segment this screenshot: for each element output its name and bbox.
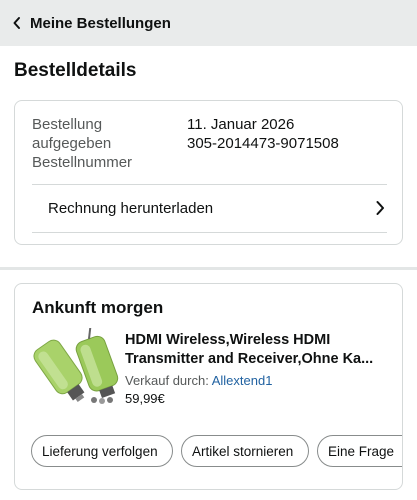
track-delivery-button[interactable]: Lieferung verfolgen xyxy=(31,435,173,467)
chevron-right-icon xyxy=(376,201,384,215)
shipment-actions: Lieferung verfolgen Artikel stornieren E… xyxy=(31,435,402,469)
back-button[interactable]: Meine Bestellungen xyxy=(0,0,171,46)
product-title-line2: Transmitter and Receiver,Ohne Ka... xyxy=(125,351,374,367)
divider xyxy=(32,232,387,233)
product-price: 59,99€ xyxy=(125,391,165,406)
top-bar: Meine Bestellungen xyxy=(0,0,417,46)
order-date-label-2: aufgegeben xyxy=(32,135,112,152)
chevron-left-icon xyxy=(13,17,20,29)
cancel-item-button[interactable]: Artikel stornieren xyxy=(181,435,309,467)
order-number: 305-2014473-9071508 xyxy=(187,135,339,152)
back-label: Meine Bestellungen xyxy=(30,14,171,32)
order-meta-values: 11. Januar 2026 305-2014473-9071508 xyxy=(187,115,339,172)
section-separator xyxy=(0,267,417,270)
seller-link[interactable]: Allextend1 xyxy=(212,373,273,388)
seller-prefix: Verkauf durch: xyxy=(125,373,209,388)
order-meta-labels: Bestellung aufgegeben Bestellnummer xyxy=(32,115,187,172)
product-title-line1: HDMI Wireless,Wireless HDMI xyxy=(125,332,331,348)
order-info-card: Bestellung aufgegeben Bestellnummer 11. … xyxy=(14,100,403,245)
arrival-status: Ankunft morgen xyxy=(32,298,164,317)
order-date-label: Bestellung xyxy=(32,116,103,133)
order-meta: Bestellung aufgegeben Bestellnummer 11. … xyxy=(32,115,387,172)
download-invoice-label: Rechnung herunterladen xyxy=(48,199,214,217)
ask-question-button[interactable]: Eine Frage xyxy=(317,435,402,467)
shipment-card: Ankunft morgen HDMI Wireless,Wireless HD… xyxy=(14,283,403,490)
product-image[interactable] xyxy=(32,328,124,406)
order-date: 11. Januar 2026 xyxy=(187,116,295,133)
product-title-link[interactable]: HDMI Wireless,Wireless HDMI Transmitter … xyxy=(125,331,395,369)
seller-info: Verkauf durch: Allextend1 xyxy=(125,373,272,388)
page-title: Bestelldetails xyxy=(14,60,137,81)
download-invoice-link[interactable]: Rechnung herunterladen xyxy=(32,185,387,231)
order-number-label: Bestellnummer xyxy=(32,154,133,171)
